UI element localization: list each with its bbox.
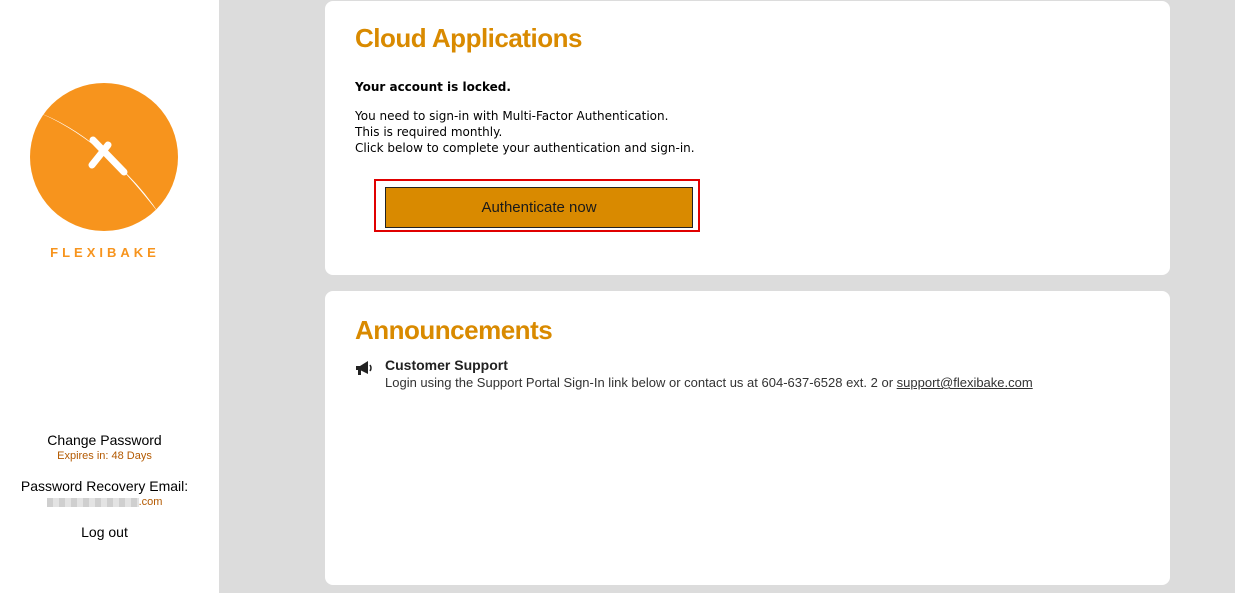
- password-expiry: Expires in: 48 Days: [57, 450, 152, 462]
- logout-link[interactable]: Log out: [0, 524, 209, 540]
- account-links: Change Password Expires in: 48 Days Pass…: [0, 432, 209, 540]
- announcements-title: Announcements: [355, 315, 553, 345]
- cloud-applications-card: Cloud Applications Your account is locke…: [325, 1, 1170, 275]
- flexibake-logo: FLEXIBAKE: [20, 80, 190, 270]
- authenticate-now-button[interactable]: Authenticate now: [385, 187, 693, 228]
- mfa-line-2: This is required monthly.: [355, 125, 503, 139]
- cloud-applications-title: Cloud Applications: [355, 23, 582, 53]
- mfa-line-1: You need to sign-in with Multi-Factor Au…: [355, 109, 669, 123]
- support-email-link[interactable]: support@flexibake.com: [897, 375, 1033, 390]
- announcements-card: Announcements Customer Support Login usi…: [325, 291, 1170, 585]
- sidebar: FLEXIBAKE Change Password Expires in: 48…: [0, 0, 219, 593]
- recovery-email-label: Password Recovery Email:: [20, 478, 189, 494]
- announcement-text: Login using the Support Portal Sign-In l…: [385, 375, 1033, 390]
- masked-email: [46, 497, 139, 507]
- authenticate-highlight: Authenticate now: [374, 179, 700, 232]
- mfa-instructions: You need to sign-in with Multi-Factor Au…: [355, 108, 695, 156]
- logo-wordmark: FLEXIBAKE: [50, 245, 160, 260]
- account-locked-message: Your account is locked.: [355, 80, 511, 94]
- change-password-link[interactable]: Change Password: [0, 432, 209, 448]
- announcement-title: Customer Support: [385, 357, 508, 373]
- recovery-email-value: .com: [0, 496, 209, 508]
- megaphone-icon: [356, 361, 372, 375]
- logo-circle-icon: [30, 83, 178, 231]
- mfa-line-3: Click below to complete your authenticat…: [355, 141, 695, 155]
